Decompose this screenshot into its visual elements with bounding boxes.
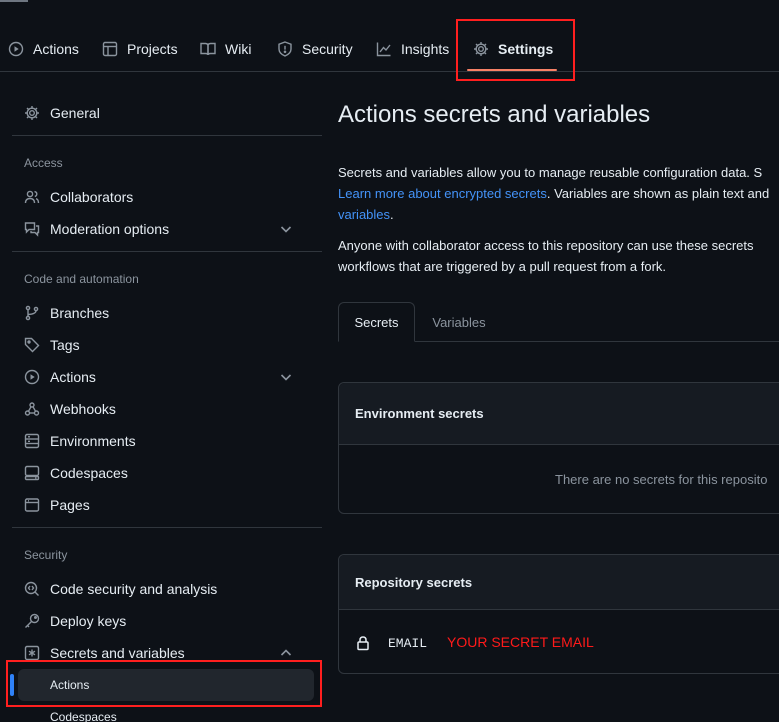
tab-label: Wiki <box>225 41 252 57</box>
sidebar-item-label: Deploy keys <box>50 613 127 629</box>
tab-security[interactable]: Security <box>277 36 353 62</box>
table-icon <box>102 41 118 57</box>
chevron-down-icon[interactable] <box>278 221 294 237</box>
secret-name: EMAIL <box>388 635 428 651</box>
annotation-box-actions <box>6 660 322 707</box>
lock-icon <box>357 636 369 651</box>
sidebar-item-label: Environments <box>50 433 136 449</box>
graph-icon <box>376 42 391 57</box>
variables-link[interactable]: variables <box>338 207 390 222</box>
intro-line-3: variables. <box>338 204 394 225</box>
access-line-2: workflows that are triggered by a pull r… <box>338 259 667 274</box>
tab-label: Actions <box>33 41 79 57</box>
sidebar-item-branches[interactable]: Branches <box>24 301 316 325</box>
repository-secrets-box: Repository secrets EMAIL YOUR SECRET EMA… <box>338 554 779 674</box>
sidebar-divider <box>12 251 322 252</box>
gear-icon <box>25 106 39 120</box>
repository-secrets-heading: Repository secrets <box>339 555 779 610</box>
server-icon <box>24 433 40 449</box>
repo-nav: Actions Projects Wiki Security Insights … <box>0 0 779 72</box>
codespaces-icon <box>24 465 40 481</box>
play-icon <box>24 369 40 385</box>
key-icon <box>25 613 40 628</box>
sidebar-item-label: Tags <box>50 337 80 353</box>
tab-label: Insights <box>401 41 450 57</box>
sidebar-item-environments[interactable]: Environments <box>24 429 316 453</box>
sidebar-item-label: Branches <box>50 305 110 321</box>
intro-line-2: Learn more about encrypted secrets. Vari… <box>338 183 769 204</box>
environment-secrets-heading: Environment secrets <box>339 383 779 445</box>
git-branch-icon <box>25 305 39 321</box>
sidebar-item-label: Collaborators <box>50 189 134 205</box>
asterisk-icon <box>24 645 40 661</box>
page-title: Actions secrets and variables <box>338 101 651 128</box>
sidebar-item-label: Webhooks <box>50 401 116 417</box>
tab-projects[interactable]: Projects <box>102 36 178 62</box>
comment-discussion-icon <box>24 222 40 237</box>
chevron-down-icon[interactable] <box>278 369 294 385</box>
book-icon <box>200 42 216 56</box>
sidebar-item-label: Pages <box>50 497 90 513</box>
webhook-icon <box>24 402 40 416</box>
sidebar-item-collaborators[interactable]: Collaborators <box>24 185 316 209</box>
sidebar-item-deploy-keys[interactable]: Deploy keys <box>24 609 316 633</box>
environment-empty-message: There are no secrets for this reposito <box>555 472 768 487</box>
tab-wiki[interactable]: Wiki <box>200 36 251 62</box>
sidebar-item-label: Moderation options <box>50 221 170 237</box>
environment-secrets-box: Environment secrets There are no secrets… <box>338 382 779 514</box>
sidebar-item-moderation[interactable]: Moderation options <box>24 217 316 241</box>
sidebar-divider <box>12 135 322 136</box>
sidebar-item-codespaces[interactable]: Codespaces <box>24 461 316 485</box>
sidebar-item-label: General <box>50 105 100 121</box>
tab-actions[interactable]: Actions <box>8 36 79 62</box>
tag-icon <box>24 337 40 353</box>
shield-icon <box>278 41 292 57</box>
play-icon <box>8 41 24 57</box>
sidebar-item-label: Codespaces <box>50 465 128 481</box>
chevron-up-icon[interactable] <box>278 645 294 661</box>
sidebar-heading-security: Security <box>24 548 68 562</box>
sidebar-item-label: Code security and analysis <box>50 581 218 597</box>
secret-annotation: YOUR SECRET EMAIL <box>447 634 594 650</box>
sidebar-item-actions[interactable]: Actions <box>24 365 316 389</box>
sidebar-divider <box>12 527 322 528</box>
sidebar-heading-access: Access <box>24 156 63 170</box>
nav-divider-stub <box>0 0 28 2</box>
sidebar-subitem-codespaces[interactable]: Codespaces <box>50 710 117 722</box>
browser-icon <box>24 498 40 512</box>
sidebar-item-label: Secrets and variables <box>50 645 185 661</box>
access-line-1: Anyone with collaborator access to this … <box>338 238 754 253</box>
sidebar-heading-code-automation: Code and automation <box>24 272 139 286</box>
tab-secrets[interactable]: Secrets <box>338 302 415 342</box>
intro-line-2-text: . Variables are shown as plain text and <box>546 186 770 201</box>
intro-line-1: Secrets and variables allow you to manag… <box>338 165 763 180</box>
sidebar-item-tags[interactable]: Tags <box>24 333 316 357</box>
tab-label: Security <box>302 41 353 57</box>
sidebar-item-code-security[interactable]: Code security and analysis <box>24 577 316 601</box>
secret-row[interactable]: EMAIL <box>355 633 427 653</box>
codescan-icon <box>24 581 39 596</box>
tab-label: Projects <box>127 41 178 57</box>
tab-insights[interactable]: Insights <box>376 36 449 62</box>
learn-more-link[interactable]: Learn more about encrypted secrets <box>338 186 547 201</box>
sidebar-item-general[interactable]: General <box>24 101 316 125</box>
tab-variables[interactable]: Variables <box>418 302 500 342</box>
sidebar-item-label: Actions <box>50 369 96 385</box>
sidebar-item-webhooks[interactable]: Webhooks <box>24 397 316 421</box>
people-icon <box>24 190 40 204</box>
annotation-box-settings <box>456 19 575 81</box>
intro-line-3-text: . <box>390 207 394 222</box>
sidebar-item-pages[interactable]: Pages <box>24 493 316 517</box>
